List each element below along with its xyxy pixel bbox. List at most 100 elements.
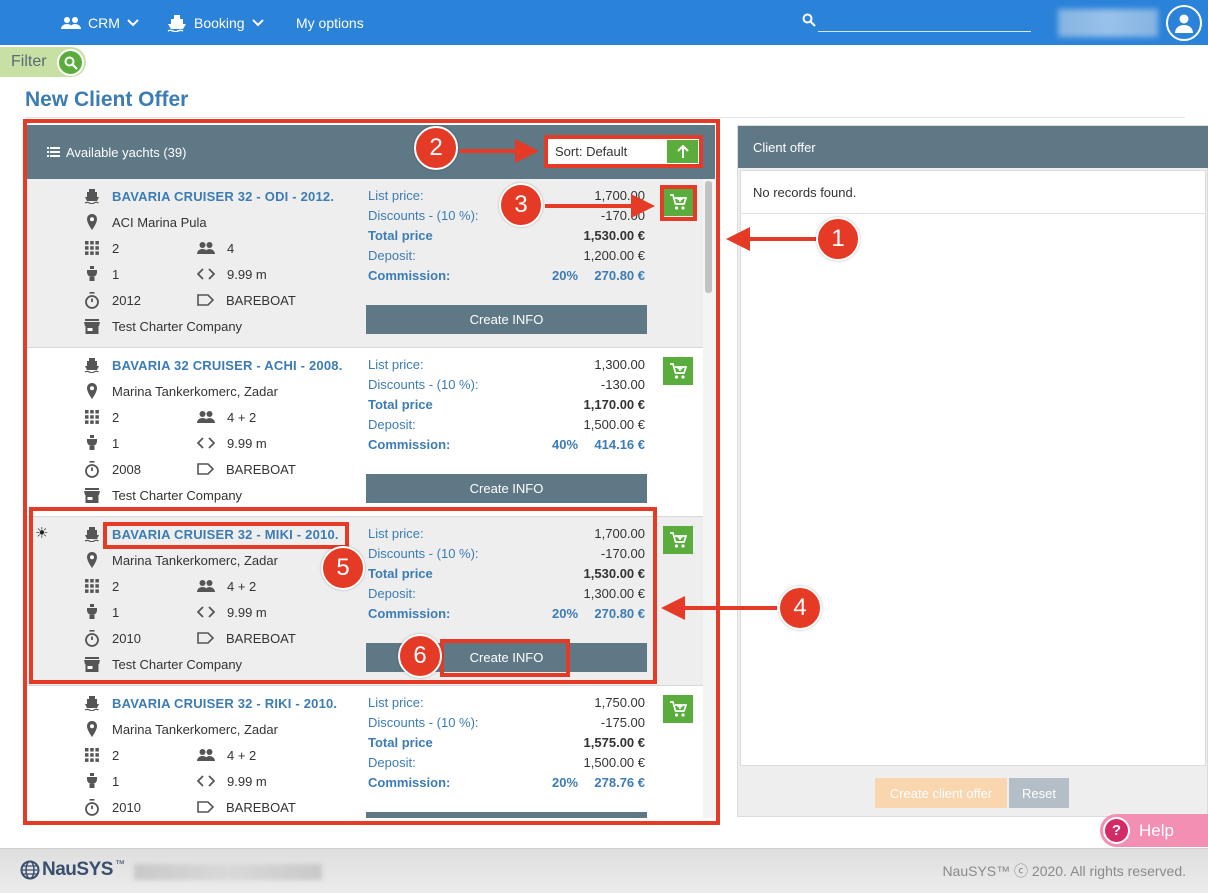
discount-value: -175.00 — [600, 715, 645, 730]
location-pin-icon — [87, 721, 97, 737]
add-to-offer-button[interactable] — [663, 357, 693, 385]
user-icon — [1175, 14, 1193, 33]
reset-button[interactable]: Reset — [1009, 778, 1069, 808]
help-icon: ? — [1103, 817, 1130, 844]
yacht-card: BAVARIA 32 CRUISER - ACHI - 2008. Marina … — [27, 348, 703, 517]
yacht-berths: 4 + 2 — [227, 578, 257, 594]
total-price-value: 1,530.00 € — [583, 566, 645, 581]
yacht-company-row: Test Charter Company — [84, 318, 242, 334]
yacht-year-row: 2008 — [84, 460, 141, 478]
commission-value: 270.80 € — [594, 606, 645, 621]
client-offer-header: Client offer — [738, 126, 1208, 168]
create-info-button[interactable]: Create INFO — [366, 812, 647, 818]
help-button[interactable]: ? Help — [1100, 814, 1208, 847]
yacht-cabins-row: 2 — [84, 409, 119, 425]
ship-icon — [84, 358, 99, 373]
commission-value: 278.76 € — [594, 775, 645, 790]
commission-value: 270.80 € — [594, 268, 645, 283]
length-code-icon — [197, 606, 215, 618]
commission-percent: 20% — [552, 606, 579, 621]
yacht-year: 2010 — [112, 799, 141, 815]
sort-select[interactable]: Sort: Default — [546, 138, 700, 165]
company-store-icon — [84, 487, 100, 503]
nav-crm[interactable]: CRM — [61, 0, 139, 45]
yacht-cabins: 2 — [112, 240, 120, 256]
yacht-wc-row: 1 — [84, 604, 119, 620]
user-avatar[interactable] — [1166, 5, 1202, 41]
add-to-offer-button[interactable] — [663, 695, 693, 723]
yacht-location: Marina Tankerkomerc, Zadar — [112, 721, 278, 737]
add-to-cart-icon — [670, 700, 687, 717]
create-info-button[interactable]: Create INFO — [366, 305, 647, 334]
yacht-cabins-row: 2 — [84, 578, 119, 594]
copyright-text: NauSYS™ ⓒ 2020. All rights reserved. — [942, 863, 1186, 879]
timer-icon — [85, 291, 99, 309]
create-client-offer-button[interactable]: Create client offer — [875, 778, 1007, 808]
yacht-length-row: 9.99 m — [197, 435, 267, 451]
nav-booking[interactable]: Booking — [167, 0, 264, 45]
help-label: Help — [1139, 820, 1174, 840]
nav-my-options[interactable]: My options — [296, 0, 364, 45]
add-to-offer-button[interactable] — [663, 188, 693, 216]
total-price-value: 1,575.00 € — [583, 735, 645, 750]
callout-5: 5 — [321, 546, 365, 590]
yacht-company: Test Charter Company — [112, 656, 243, 672]
filter-button[interactable]: Filter — [0, 47, 86, 77]
cabins-grid-icon — [85, 748, 99, 762]
add-to-offer-button[interactable] — [663, 526, 693, 554]
people-icon — [197, 411, 215, 423]
yacht-berths-row: 4 + 2 — [197, 578, 256, 594]
nausys-logo: NauSYS ™ — [20, 859, 125, 881]
available-yachts-panel: Available yachts (39) Sort: Default BAVA… — [27, 125, 715, 818]
sun-icon: ☀ — [35, 525, 49, 542]
ship-icon — [84, 189, 99, 204]
yacht-location: Marina Tankerkomerc, Zadar — [112, 552, 278, 568]
callout-1: 1 — [816, 217, 860, 261]
deposit-label: Deposit: — [368, 417, 416, 432]
label-tag-icon — [197, 632, 214, 644]
nav-my-options-label: My options — [296, 14, 364, 31]
scrollbar-thumb[interactable] — [705, 181, 712, 293]
yacht-list-scrollbar[interactable] — [703, 179, 715, 818]
empty-message: No records found. — [753, 185, 857, 200]
timer-icon — [85, 460, 99, 478]
yacht-wc: 1 — [112, 773, 120, 789]
people-icon — [197, 749, 215, 761]
deposit-label: Deposit: — [368, 248, 416, 263]
yacht-name[interactable]: BAVARIA 32 CRUISER - ACHI - 2008. — [112, 358, 343, 373]
timer-icon — [85, 798, 99, 816]
yacht-card: BAVARIA CRUISER 32 - RIKI - 2010. Marina … — [27, 686, 703, 818]
logo-trademark: ™ — [114, 859, 125, 870]
yacht-name[interactable]: BAVARIA CRUISER 32 - RIKI - 2010. — [112, 696, 337, 711]
toilet-icon — [87, 604, 97, 619]
yacht-list: BAVARIA CRUISER 32 - ODI - 2012. ACI Mari… — [27, 179, 703, 818]
yacht-cabins: 2 — [112, 578, 120, 594]
available-yachts-header: Available yachts (39) Sort: Default — [27, 125, 715, 179]
yacht-location-row: ACI Marina Pula — [84, 214, 207, 230]
location-pin-icon — [87, 552, 97, 568]
callout-6: 6 — [398, 634, 442, 678]
yacht-wc-row: 1 — [84, 435, 119, 451]
search-input[interactable] — [818, 31, 1031, 32]
title-divider — [25, 117, 1185, 118]
available-yachts-count: Available yachts (39) — [66, 144, 187, 160]
deposit-value: 1,300.00 € — [583, 586, 645, 601]
timer-icon — [85, 629, 99, 647]
yacht-name[interactable]: BAVARIA CRUISER 32 - ODI - 2012. — [112, 189, 334, 204]
commission-label: Commission: — [368, 437, 451, 452]
yacht-berths: 4 + 2 — [227, 409, 257, 425]
deposit-value: 1,500.00 € — [583, 755, 645, 770]
yacht-year: 2010 — [112, 630, 141, 646]
yacht-name[interactable]: BAVARIA CRUISER 32 - MIKI - 2010. — [112, 527, 339, 542]
list-price-label: List price: — [368, 695, 424, 710]
client-offer-list: No records found. — [740, 170, 1206, 766]
ship-icon — [167, 14, 186, 32]
sort-direction-button[interactable] — [667, 140, 698, 163]
yacht-card: BAVARIA CRUISER 32 - ODI - 2012. ACI Mari… — [27, 179, 703, 348]
deposit-value: 1,500.00 € — [583, 417, 645, 432]
create-info-button[interactable]: Create INFO — [366, 474, 647, 503]
yacht-length: 9.99 m — [227, 773, 267, 789]
yacht-cabins: 2 — [112, 747, 120, 763]
list-price-value: 1,700.00 — [594, 188, 645, 203]
deposit-label: Deposit: — [368, 586, 416, 601]
